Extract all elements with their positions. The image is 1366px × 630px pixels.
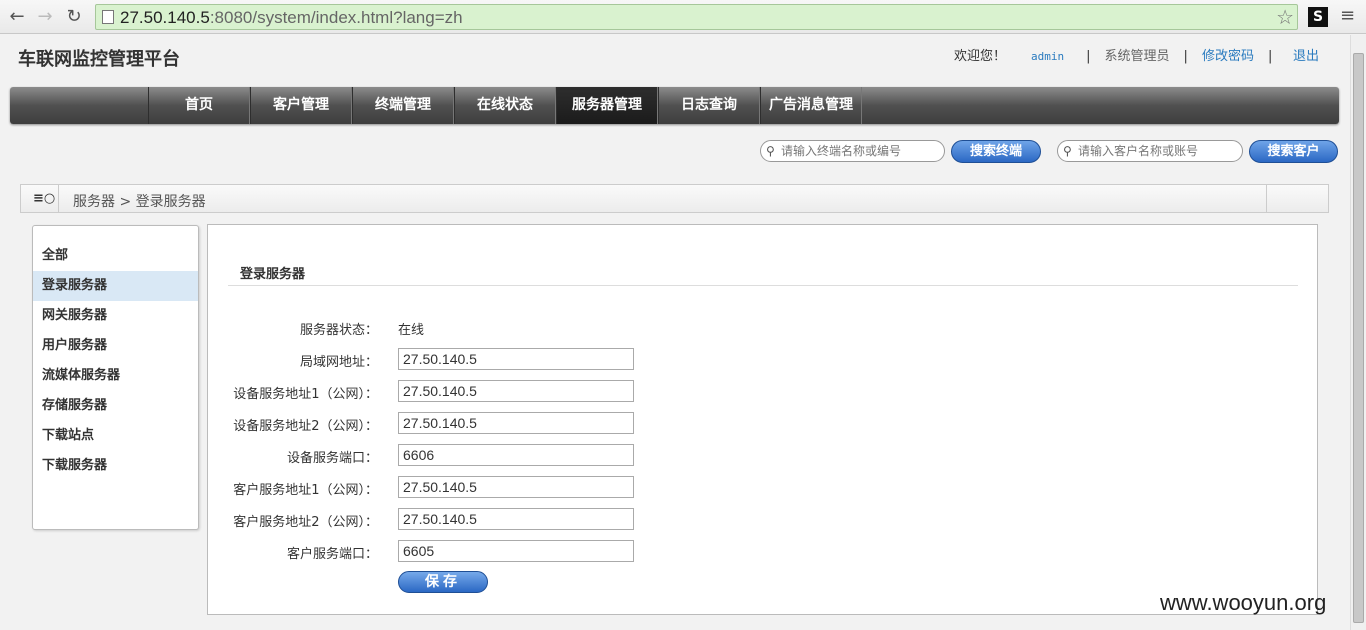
address-bar[interactable]: 27.50.140.5:8080/system/index.html?lang=… xyxy=(95,4,1298,30)
sidebar-item-all[interactable]: 全部 xyxy=(33,241,198,271)
divider xyxy=(228,285,1298,286)
status-label: 服务器状态： xyxy=(299,323,378,338)
form-row: 局域网地址： xyxy=(208,348,808,370)
status-row: 服务器状态： 在线 xyxy=(208,316,808,338)
status-value: 在线 xyxy=(398,323,425,338)
username: admin xyxy=(1031,50,1065,63)
back-icon[interactable]: ← xyxy=(6,6,28,28)
sidebar-item-storage-server[interactable]: 存储服务器 xyxy=(33,391,198,421)
change-password-link[interactable]: 修改密码 xyxy=(1202,49,1254,64)
home-icon: ≡○ xyxy=(33,191,56,206)
page: 车联网监控管理平台 欢迎您！ admin | 系统管理员 | 修改密码 | 退出 首页 客户… xyxy=(0,35,1350,630)
client-address2-label: 客户服务地址2（公网）： xyxy=(233,515,378,530)
logout-link[interactable]: 退出 xyxy=(1293,49,1319,64)
breadcrumb-end xyxy=(1266,185,1328,212)
reload-icon[interactable]: ↻ xyxy=(63,6,85,28)
device-address1-label: 设备服务地址1（公网）： xyxy=(233,387,378,402)
tab-home[interactable]: 首页 xyxy=(148,87,250,124)
client-port-input[interactable] xyxy=(398,540,634,562)
device-address2-label: 设备服务地址2（公网）： xyxy=(233,419,378,434)
tab-ad-messages[interactable]: 广告消息管理 xyxy=(760,87,862,124)
lan-address-label: 局域网地址： xyxy=(299,355,378,370)
customer-search: ⚲ xyxy=(1057,140,1243,162)
address-url: 27.50.140.5:8080/system/index.html?lang=… xyxy=(120,8,463,27)
form-row: 设备服务地址1（公网）： xyxy=(208,380,808,402)
sidebar-item-gateway-server[interactable]: 网关服务器 xyxy=(33,301,198,331)
client-address1-label: 客户服务地址1（公网）： xyxy=(233,483,378,498)
tab-terminals[interactable]: 终端管理 xyxy=(352,87,454,124)
save-button[interactable]: 保存 xyxy=(398,571,488,593)
brand-title: 车联网监控管理平台 xyxy=(18,49,180,70)
sidebar-item-download-site[interactable]: 下载站点 xyxy=(33,421,198,451)
device-port-label: 设备服务端口： xyxy=(286,451,378,466)
bookmark-star-icon[interactable]: ☆ xyxy=(1276,5,1294,29)
server-form-panel: 登录服务器 服务器状态： 在线 局域网地址： 设备服务地址1（公网）： 设备服务… xyxy=(207,224,1318,615)
form-title: 登录服务器 xyxy=(240,267,306,282)
client-port-label: 客户服务端口： xyxy=(286,547,378,562)
form-row: 客户服务地址1（公网）： xyxy=(208,476,808,498)
breadcrumb: ≡○ 服务器 > 登录服务器 xyxy=(20,184,1329,213)
lan-address-input[interactable] xyxy=(398,348,634,370)
role-text: 系统管理员 xyxy=(1104,49,1170,64)
form-row: 客户服务地址2（公网）： xyxy=(208,508,808,530)
extension-icon[interactable]: S xyxy=(1308,7,1328,27)
browser-toolbar: ← → ↻ 27.50.140.5:8080/system/index.html… xyxy=(0,0,1366,34)
main-nav: 首页 客户管理 终端管理 在线状态 服务器管理 日志查询 广告消息管理 xyxy=(10,87,1339,124)
device-address2-input[interactable] xyxy=(398,412,634,434)
sidebar-item-media-server[interactable]: 流媒体服务器 xyxy=(33,361,198,391)
form-row: 设备服务地址2（公网）： xyxy=(208,412,808,434)
sidebar: 全部 登录服务器 网关服务器 用户服务器 流媒体服务器 存储服务器 下载站点 下… xyxy=(32,225,199,530)
forward-icon[interactable]: → xyxy=(34,6,56,28)
form-row: 设备服务端口： xyxy=(208,444,808,466)
client-address1-input[interactable] xyxy=(398,476,634,498)
sidebar-item-login-server[interactable]: 登录服务器 xyxy=(33,271,198,301)
tab-log-query[interactable]: 日志查询 xyxy=(658,87,760,124)
scrollbar-thumb[interactable] xyxy=(1353,53,1364,623)
device-address1-input[interactable] xyxy=(398,380,634,402)
watermark: www.wooyun.org xyxy=(1160,590,1327,615)
search-terminal-button[interactable]: 搜索终端 xyxy=(951,140,1041,163)
terminal-search: ⚲ xyxy=(760,140,945,162)
sidebar-item-download-server[interactable]: 下载服务器 xyxy=(33,451,198,481)
search-customer-button[interactable]: 搜索客户 xyxy=(1249,140,1338,163)
tab-server-management[interactable]: 服务器管理 xyxy=(556,87,658,124)
user-bar: 欢迎您！ admin | 系统管理员 | 修改密码 | 退出 xyxy=(954,49,1320,64)
vertical-scrollbar[interactable] xyxy=(1350,35,1366,630)
terminal-search-input[interactable] xyxy=(781,143,941,159)
breadcrumb-text: 服务器 > 登录服务器 xyxy=(73,194,206,210)
customer-search-input[interactable] xyxy=(1078,143,1238,159)
search-icon: ⚲ xyxy=(1063,144,1072,158)
sidebar-item-user-server[interactable]: 用户服务器 xyxy=(33,331,198,361)
tab-online-status[interactable]: 在线状态 xyxy=(454,87,556,124)
breadcrumb-home[interactable]: ≡○ xyxy=(21,185,59,212)
page-icon xyxy=(102,10,114,24)
tab-customers[interactable]: 客户管理 xyxy=(250,87,352,124)
device-port-input[interactable] xyxy=(398,444,634,466)
search-icon: ⚲ xyxy=(766,144,775,158)
form-row: 客户服务端口： xyxy=(208,540,808,562)
client-address2-input[interactable] xyxy=(398,508,634,530)
welcome-text: 欢迎您！ xyxy=(954,49,1007,64)
menu-icon[interactable]: ≡ xyxy=(1340,5,1355,26)
